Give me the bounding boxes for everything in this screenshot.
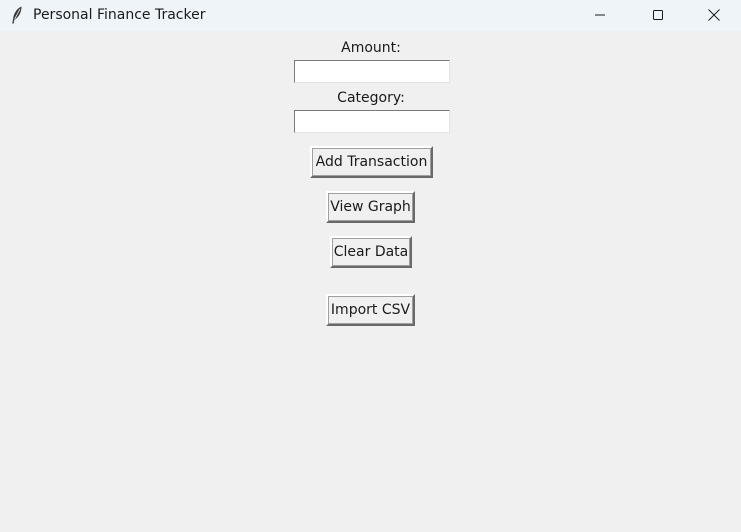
maximize-button[interactable] — [629, 0, 687, 31]
feather-icon — [9, 5, 25, 25]
maximize-icon — [652, 6, 664, 25]
category-input[interactable] — [294, 110, 450, 133]
title-bar[interactable]: Personal Finance Tracker — [0, 0, 741, 31]
window-title: Personal Finance Tracker — [33, 7, 206, 23]
amount-label: Amount: — [341, 40, 401, 56]
category-label: Category: — [337, 90, 405, 106]
amount-input[interactable] — [294, 60, 450, 83]
add-transaction-button[interactable]: Add Transaction — [310, 146, 433, 178]
import-csv-button[interactable]: Import CSV — [326, 294, 415, 326]
app-window: Personal Finance Tracker Amount: Categor… — [0, 0, 741, 532]
close-icon — [708, 6, 720, 25]
view-graph-button[interactable]: View Graph — [326, 191, 415, 223]
minimize-button[interactable] — [571, 0, 629, 31]
close-button[interactable] — [687, 0, 741, 31]
clear-data-button[interactable]: Clear Data — [330, 236, 412, 268]
minimize-icon — [594, 6, 606, 25]
main-panel: Amount: Category: Add Transaction View G… — [0, 31, 741, 532]
